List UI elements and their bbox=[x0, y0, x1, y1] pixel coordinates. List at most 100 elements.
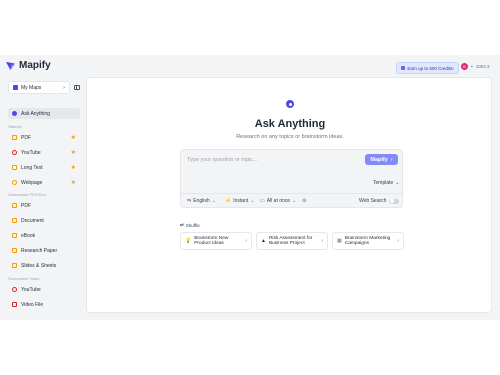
mode-label: Instant bbox=[233, 198, 249, 204]
warning-icon: ▲ bbox=[261, 238, 266, 244]
prompt-controls: ⇆ English ⌄ ⚡ Instant ⌄ ▭ All at once ⌄ … bbox=[181, 193, 404, 209]
chevron-right-icon: › bbox=[397, 238, 399, 244]
research-paper-icon bbox=[12, 248, 17, 253]
map-icon bbox=[13, 85, 18, 90]
shuffle-button[interactable]: ⇄ Shuffle bbox=[180, 222, 200, 228]
sidebar-item-label: Webpage bbox=[21, 179, 43, 186]
brand-name: Mapify bbox=[19, 60, 51, 71]
sidebar-item-video-file[interactable]: Video File bbox=[8, 299, 80, 310]
earn-credits-label: Earn up to 500 Credits! bbox=[407, 65, 454, 71]
prompt-box: Mapify › Template ⌄ ⇆ English ⌄ ⚡ Instan… bbox=[180, 149, 404, 209]
suggestion-text: Brainstorm Marketing Campaigns bbox=[344, 235, 391, 247]
credits-icon: ✦ bbox=[470, 63, 474, 69]
sidebar-item-label: Slides & Sheets bbox=[21, 262, 57, 269]
section-label-summarize-video: Summarize Video bbox=[8, 276, 40, 281]
sidebar-item-label: YouTube bbox=[21, 149, 41, 156]
web-search-toggle[interactable]: Web Search bbox=[359, 198, 400, 204]
youtube-icon bbox=[12, 287, 17, 292]
sidebar-item-starred-long-text[interactable]: Long Text ★ bbox=[8, 162, 80, 173]
app-window: Mapify Earn up to 500 Credits! B ✦ 1004.… bbox=[0, 55, 500, 320]
mapify-submit-label: Mapify bbox=[370, 156, 388, 163]
suggestion-card[interactable]: ▦ Brainstorm Marketing Campaigns › bbox=[332, 232, 404, 250]
sidebar-item-slides-sheets[interactable]: Slides & Sheets bbox=[8, 260, 80, 271]
section-label-starred: Starred bbox=[8, 124, 22, 129]
layout-icon: ▭ bbox=[260, 198, 265, 204]
layout-label: All at once bbox=[266, 198, 291, 204]
ask-icon bbox=[12, 111, 17, 116]
sidebar-item-ebook[interactable]: eBook bbox=[8, 230, 80, 241]
sidebar-item-label: eBook bbox=[21, 232, 36, 239]
logo[interactable]: Mapify bbox=[5, 60, 51, 71]
star-icon[interactable]: ★ bbox=[71, 164, 76, 171]
sidebar-item-research-paper[interactable]: Research Paper bbox=[8, 245, 80, 256]
star-icon[interactable]: ★ bbox=[71, 149, 76, 156]
ebook-icon bbox=[12, 233, 17, 238]
template-select[interactable]: Template ⌄ bbox=[373, 180, 400, 186]
sidebar-item-ask-anything[interactable]: Ask Anything bbox=[8, 108, 80, 119]
section-label-summarize-doc: Summarize PDF/Doc bbox=[8, 192, 46, 197]
maps-select-label: My Maps bbox=[21, 84, 42, 91]
star-icon[interactable]: ★ bbox=[71, 134, 76, 141]
lightning-icon: ⚡ bbox=[225, 198, 232, 204]
chevron-right-icon: › bbox=[390, 156, 393, 163]
mode-select[interactable]: ⚡ Instant ⌄ bbox=[225, 198, 254, 204]
sidebar-item-starred-webpage[interactable]: Webpage ★ bbox=[8, 177, 80, 188]
suggestion-card[interactable]: ▲ Risk Assessment for Business Project › bbox=[256, 232, 328, 250]
chevron-down-icon: ⌄ bbox=[211, 198, 216, 204]
web-search-label: Web Search bbox=[359, 198, 387, 204]
page-subtitle: Research on any topics or brainstorm ide… bbox=[236, 134, 344, 140]
sidebar-item-label: Video File bbox=[21, 301, 44, 308]
sidebar-item-starred-pdf[interactable]: PDF ★ bbox=[8, 132, 80, 143]
gear-icon: ⚙ bbox=[302, 198, 307, 204]
shuffle-icon: ⇄ bbox=[180, 222, 184, 227]
mapify-submit-button[interactable]: Mapify › bbox=[365, 154, 398, 165]
grid-icon: ▦ bbox=[337, 238, 342, 244]
sidebar-item-video-youtube[interactable]: YouTube bbox=[8, 284, 80, 295]
document-icon bbox=[12, 218, 17, 223]
pdf-icon bbox=[12, 203, 17, 208]
chevron-down-icon: ⌄ bbox=[250, 198, 255, 204]
page-title: Ask Anything bbox=[254, 118, 326, 130]
sidebar-item-document[interactable]: Document bbox=[8, 215, 80, 226]
sidebar-item-label: Research Paper bbox=[21, 247, 58, 254]
user-menu[interactable]: B ✦ 1004.3 bbox=[461, 63, 490, 70]
mapify-logo-icon bbox=[5, 61, 16, 71]
toggle-switch[interactable] bbox=[389, 198, 400, 204]
star-icon[interactable]: ★ bbox=[71, 179, 76, 186]
chevron-right-icon: › bbox=[321, 238, 323, 244]
sidebar-item-label: Ask Anything bbox=[21, 110, 50, 117]
credits-count: 1004.3 bbox=[475, 64, 490, 69]
sidebar-item-label: PDF bbox=[21, 134, 31, 141]
suggestion-card[interactable]: 💡 Brainstorm New Product Ideas › bbox=[180, 232, 252, 250]
translate-icon: ⇆ bbox=[187, 198, 192, 204]
collapse-sidebar-icon[interactable] bbox=[74, 85, 80, 90]
layout-select[interactable]: ▭ All at once ⌄ bbox=[260, 198, 296, 204]
maps-select[interactable]: My Maps › bbox=[8, 81, 70, 94]
lightbulb-icon: 💡 bbox=[185, 238, 192, 244]
slides-icon bbox=[12, 263, 17, 268]
chevron-down-icon: ⌄ bbox=[292, 198, 297, 204]
sidebar-item-starred-youtube[interactable]: YouTube ★ bbox=[8, 147, 80, 158]
gift-icon bbox=[401, 66, 406, 70]
language-label: English bbox=[193, 198, 210, 204]
sidebar-item-label: YouTube bbox=[21, 286, 41, 293]
video-file-icon bbox=[12, 302, 17, 307]
language-select[interactable]: ⇆ English ⌄ bbox=[187, 198, 216, 204]
prompt-input[interactable] bbox=[187, 155, 357, 165]
main-panel: Ask Anything Research on any topics or b… bbox=[86, 77, 492, 313]
earn-credits-button[interactable]: Earn up to 500 Credits! bbox=[396, 62, 459, 74]
sidebar-item-label: Long Text bbox=[21, 164, 43, 171]
sidebar-item-label: Document bbox=[21, 217, 44, 224]
sidebar-item-label: PDF bbox=[21, 202, 31, 209]
chevron-right-icon: › bbox=[63, 84, 65, 91]
sidebar: My Maps › Ask Anything Starred PDF ★ You… bbox=[5, 77, 80, 320]
suggestion-text: Brainstorm New Product Ideas bbox=[194, 235, 229, 247]
ask-anything-icon bbox=[286, 100, 294, 108]
chevron-right-icon: › bbox=[245, 238, 247, 244]
top-bar: Mapify Earn up to 500 Credits! B ✦ 1004.… bbox=[0, 55, 500, 77]
settings-button[interactable]: ⚙ bbox=[302, 198, 306, 204]
youtube-icon bbox=[12, 150, 17, 155]
chevron-down-icon: ⌄ bbox=[395, 180, 400, 186]
sidebar-item-pdf[interactable]: PDF bbox=[8, 200, 80, 211]
shuffle-label: Shuffle bbox=[185, 222, 200, 228]
